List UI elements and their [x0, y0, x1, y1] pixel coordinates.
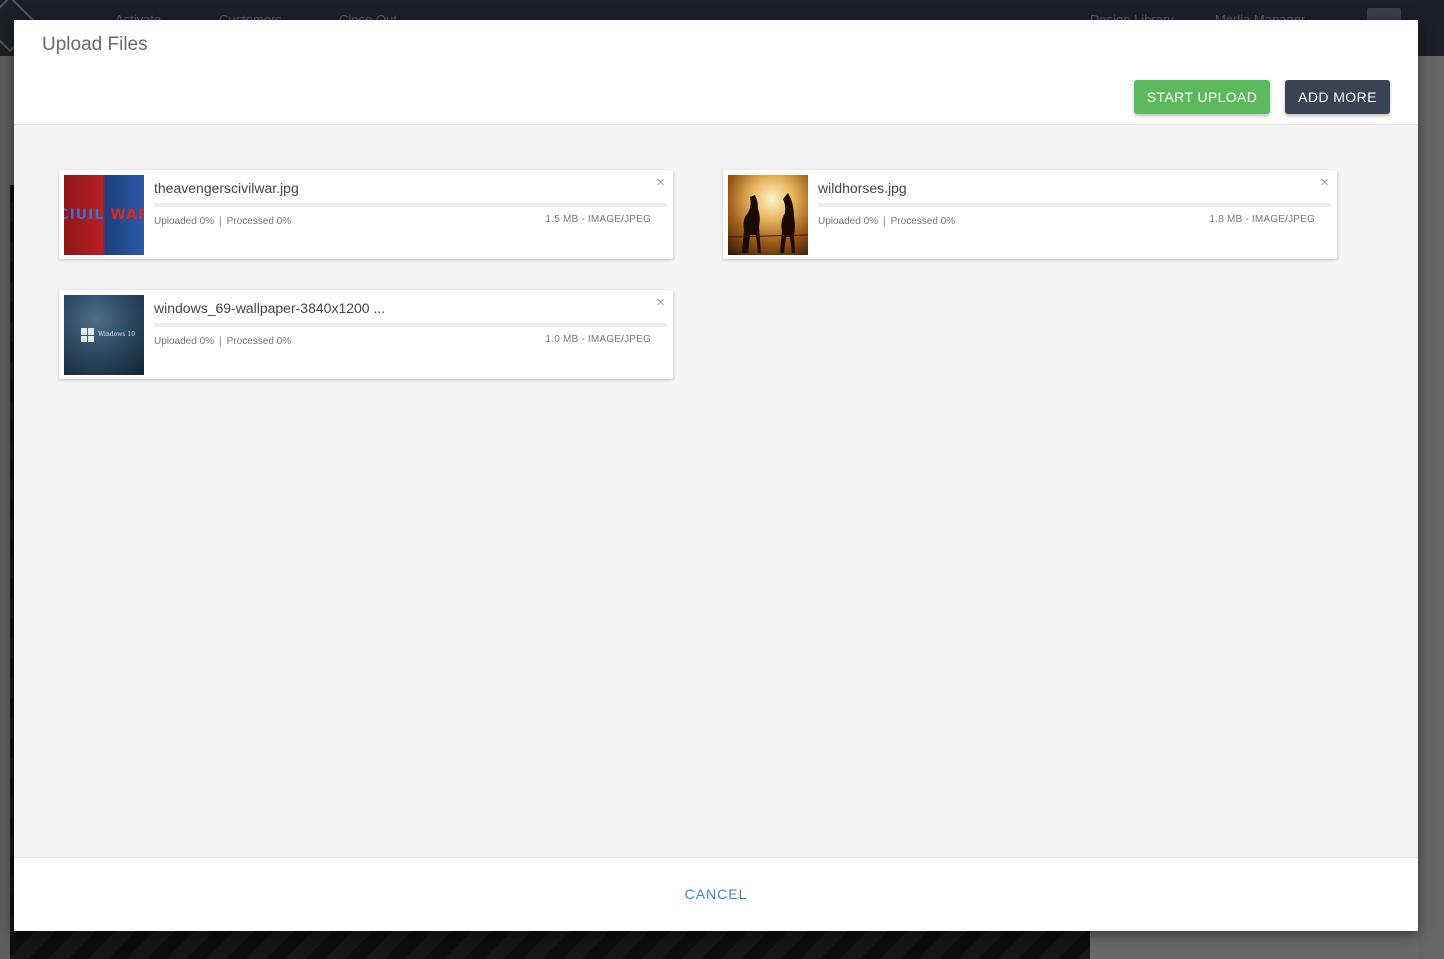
file-item: CIUIL WAR theavengerscivilwar.jpg Upload…	[59, 170, 673, 259]
file-size-type: 1.8 MB - IMAGE/JPEG	[1209, 214, 1315, 225]
remove-file-close-icon[interactable]: ×	[1320, 175, 1329, 190]
upload-progress-bar	[818, 203, 1331, 207]
remove-file-close-icon[interactable]: ×	[656, 175, 665, 190]
uploaded-percent: Uploaded 0%	[818, 216, 879, 227]
file-thumbnail: Windows 10	[64, 295, 144, 375]
file-list: CIUIL WAR theavengerscivilwar.jpg Upload…	[14, 125, 1418, 857]
file-size-type: 1.0 MB - IMAGE/JPEG	[545, 334, 651, 345]
remove-file-close-icon[interactable]: ×	[656, 295, 665, 310]
thumbnail-text: Windows 10	[98, 331, 136, 338]
file-item: Windows 10 windows_69-wallpaper-3840x120…	[59, 290, 673, 379]
file-size-type: 1.5 MB - IMAGE/JPEG	[545, 214, 651, 225]
thumbnail-text: CIUIL	[64, 207, 105, 223]
upload-status: Uploaded 0% | Processed 0%	[154, 336, 291, 347]
file-name: theavengerscivilwar.jpg	[154, 180, 299, 196]
upload-status: Uploaded 0% | Processed 0%	[154, 216, 291, 227]
upload-progress-bar	[154, 203, 667, 207]
modal-footer: CANCEL	[14, 857, 1418, 931]
uploaded-percent: Uploaded 0%	[154, 336, 215, 347]
background-strip	[1418, 56, 1444, 959]
upload-progress-bar	[154, 323, 667, 327]
file-item: wildhorses.jpg Uploaded 0% | Processed 0% …	[723, 170, 1337, 259]
add-more-button[interactable]: ADD MORE	[1285, 80, 1390, 114]
cancel-button[interactable]: CANCEL	[14, 886, 1418, 902]
modal-header: Upload Files START UPLOAD ADD MORE	[14, 20, 1418, 125]
horses-silhouette-icon	[728, 193, 808, 253]
status-separator: |	[219, 216, 222, 227]
file-thumbnail	[728, 175, 808, 255]
upload-status: Uploaded 0% | Processed 0%	[818, 216, 955, 227]
file-name: windows_69-wallpaper-3840x1200 ...	[154, 300, 386, 316]
upload-files-modal: Upload Files START UPLOAD ADD MORE CIUIL…	[14, 20, 1418, 931]
windows-logo-icon	[81, 328, 95, 342]
modal-title: Upload Files	[42, 34, 148, 55]
processed-percent: Processed 0%	[890, 216, 956, 227]
file-name: wildhorses.jpg	[818, 180, 907, 196]
uploaded-percent: Uploaded 0%	[154, 216, 215, 227]
start-upload-button[interactable]: START UPLOAD	[1134, 80, 1270, 114]
status-separator: |	[883, 216, 886, 227]
thumbnail-text: WAR	[110, 207, 144, 223]
processed-percent: Processed 0%	[226, 336, 292, 347]
status-separator: |	[219, 336, 222, 347]
file-thumbnail: CIUIL WAR	[64, 175, 144, 255]
processed-percent: Processed 0%	[226, 216, 292, 227]
